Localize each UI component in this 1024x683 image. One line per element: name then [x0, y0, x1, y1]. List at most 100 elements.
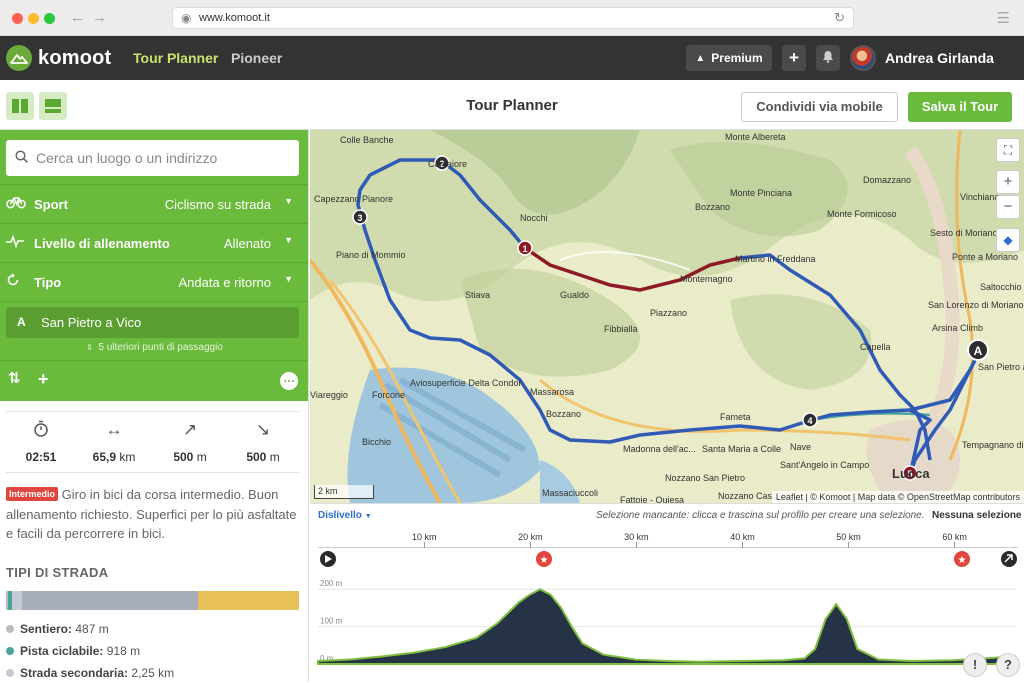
- place-label: Domazzano: [863, 175, 911, 185]
- place-label: Fibbialla: [604, 324, 638, 334]
- waypoint-marker[interactable]: 1: [517, 240, 533, 256]
- stat-descent: ↘ 500 m: [228, 420, 298, 464]
- sport-selector[interactable]: Sport Ciclismo su strada ▼: [0, 184, 308, 223]
- elevation-tick-label: 200 m: [320, 579, 343, 588]
- road-type-item: Sentiero: 487 m: [6, 622, 109, 636]
- search-icon: [15, 140, 28, 176]
- stat-duration: 02:51: [6, 420, 76, 464]
- menu-icon[interactable]: ☰: [997, 9, 1010, 27]
- premium-mountain-icon: ▲: [695, 52, 706, 64]
- place-label: Stiava: [465, 290, 490, 300]
- downhill-icon: ↘: [255, 420, 271, 439]
- warning-icon[interactable]: !: [963, 653, 987, 677]
- waypoint-marker[interactable]: 4: [802, 412, 818, 428]
- more-waypoints-toggle[interactable]: ⇕ 5 ulteriori punti di passaggio: [0, 342, 308, 353]
- distance-icon: ↔: [105, 420, 123, 439]
- place-label: Nave: [790, 442, 811, 452]
- road-type-item: Pista ciclabile: 918 m: [6, 644, 140, 658]
- reverse-route-icon[interactable]: ⇅: [8, 369, 21, 387]
- map-layers-button[interactable]: ◆: [996, 228, 1020, 252]
- chevron-down-icon: ▼: [284, 235, 293, 245]
- place-label: Lucca: [892, 466, 930, 481]
- start-marker-icon[interactable]: [320, 551, 336, 567]
- place-label: Massaciuccoli: [542, 488, 598, 498]
- zoom-out-button[interactable]: −: [996, 195, 1020, 219]
- search-placeholder: Cerca un luogo o un indirizzo: [36, 150, 218, 166]
- zoom-in-button[interactable]: +: [996, 170, 1020, 194]
- fitness-level-selector[interactable]: Livello di allenamento Allenato ▼: [0, 223, 308, 262]
- forward-icon[interactable]: →: [92, 9, 107, 26]
- place-label: Bozzano: [695, 202, 730, 212]
- avatar[interactable]: [850, 45, 876, 71]
- bell-icon: [822, 50, 834, 66]
- road-types-bar: [6, 591, 299, 610]
- place-label: Vinchiana: [960, 192, 999, 202]
- address-bar[interactable]: ◉ www.komoot.it ↻: [172, 7, 854, 29]
- highlight-marker-icon[interactable]: ★: [536, 551, 552, 567]
- close-window-dot[interactable]: [12, 13, 23, 24]
- url-text: www.komoot.it: [199, 12, 270, 24]
- place-label: Forcone: [372, 390, 405, 400]
- nav-pioneer[interactable]: Pioneer: [231, 50, 282, 66]
- minimize-window-dot[interactable]: [28, 13, 39, 24]
- fitness-value: Allenato: [224, 236, 271, 251]
- share-mobile-button[interactable]: Condividi via mobile: [741, 92, 898, 122]
- ascent-unit: m: [196, 450, 207, 464]
- waypoint-marker[interactable]: A: [967, 339, 989, 361]
- maximize-window-dot[interactable]: [44, 13, 55, 24]
- svg-text:3: 3: [357, 213, 362, 223]
- komoot-logo[interactable]: komoot: [6, 43, 111, 73]
- save-tour-button[interactable]: Salva il Tour: [908, 92, 1012, 122]
- highlight-marker-icon[interactable]: ★: [954, 551, 970, 567]
- ascent-value: 500: [173, 450, 194, 464]
- place-label: Gualdo: [560, 290, 589, 300]
- place-label: Nozzano San Pietro: [665, 473, 745, 483]
- finish-marker-icon[interactable]: [1001, 551, 1017, 567]
- reload-icon[interactable]: ↻: [834, 8, 845, 28]
- add-waypoint-icon[interactable]: +: [38, 369, 49, 390]
- fullscreen-button[interactable]: ⛶: [996, 138, 1020, 162]
- user-name[interactable]: Andrea Girlanda: [885, 50, 994, 66]
- elevation-chart[interactable]: 200 m100 m0 m ★ ★: [310, 548, 1024, 683]
- back-icon[interactable]: ←: [70, 9, 85, 26]
- map-canvas: 1 2 3 4 5 A Colle Banche Camaiore Capezz…: [310, 130, 1024, 503]
- legend-swatch: [6, 669, 14, 677]
- place-label: Arsina Climb: [932, 323, 983, 333]
- map-attribution: Leaflet | © Komoot | Map data © OpenStre…: [771, 491, 1024, 503]
- place-label: Ponte a Moriano: [952, 252, 1018, 262]
- premium-button[interactable]: ▲ Premium: [686, 45, 772, 71]
- chevron-down-icon: ▼: [284, 274, 293, 284]
- search-input[interactable]: Cerca un luogo o un indirizzo: [6, 140, 299, 176]
- road-type-item: Strada secondaria: 2,25 km: [6, 666, 174, 680]
- road-type-segment: [12, 591, 23, 610]
- add-button[interactable]: +: [782, 45, 806, 71]
- more-options-icon[interactable]: …: [280, 372, 298, 390]
- waypoint-marker[interactable]: 3: [352, 209, 368, 225]
- waypoint-start[interactable]: A San Pietro a Vico: [6, 307, 299, 338]
- help-icon[interactable]: ?: [996, 653, 1020, 677]
- place-label: Bicchio: [362, 437, 391, 447]
- tour-type-selector[interactable]: Tipo Andata e ritorno ▼: [0, 262, 308, 301]
- place-label: Colle Banche: [340, 135, 394, 145]
- place-label: Massarosa: [530, 387, 574, 397]
- legend-swatch: [6, 625, 14, 633]
- elevation-tick-label: 100 m: [320, 617, 343, 626]
- duration-value: 02:51: [25, 450, 57, 464]
- nav-tour-planner[interactable]: Tour Planner: [133, 50, 218, 66]
- place-label: Fattoie - Quiesa: [620, 495, 684, 503]
- elevation-profile: Dislivello ▼ Selezione mancante: clicca …: [310, 503, 1024, 682]
- profile-dropdown[interactable]: Dislivello ▼: [318, 510, 372, 521]
- route-map[interactable]: 1 2 3 4 5 A Colle Banche Camaiore Capezz…: [310, 130, 1024, 503]
- notifications-button[interactable]: [816, 45, 840, 71]
- difficulty-badge: Intermedio: [6, 487, 59, 501]
- profile-title: Dislivello: [318, 510, 362, 521]
- km-tick-label: 10 km: [412, 532, 437, 542]
- place-label: San Lorenzo di Moriano: [928, 300, 1024, 310]
- svg-text:4: 4: [807, 416, 812, 426]
- expand-icon: ⇕: [86, 343, 93, 352]
- clear-selection-button[interactable]: Nessuna selezione: [932, 510, 1021, 521]
- km-tick-label: 50 km: [836, 532, 861, 542]
- chevron-down-icon: ▼: [364, 513, 372, 520]
- svg-text:1: 1: [522, 244, 527, 254]
- tour-type-value: Andata e ritorno: [178, 275, 271, 290]
